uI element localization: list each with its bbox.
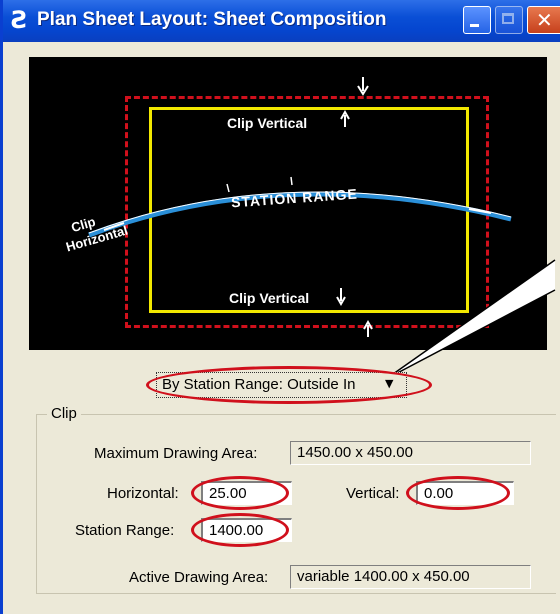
station-range-label-field: Station Range: [75, 522, 175, 539]
bentley-b-icon: Ƨ [11, 6, 29, 34]
close-icon: ✕ [536, 8, 553, 32]
vertical-label: Vertical: [346, 485, 400, 502]
clip-vertical-bottom-label: Clip Vertical [229, 290, 310, 306]
dropdown-highlight-oval [146, 366, 432, 404]
horizontal-label: Horizontal: [107, 485, 179, 502]
title-bar[interactable]: Ƨ Plan Sheet Layout: Sheet Composition ✕ [3, 0, 560, 42]
minimize-button[interactable] [463, 6, 491, 34]
dialog-window: Ƨ Plan Sheet Layout: Sheet Composition ✕ [0, 0, 560, 614]
clip-group-title: Clip [47, 405, 81, 422]
window-title: Plan Sheet Layout: Sheet Composition [37, 9, 387, 30]
close-button[interactable]: ✕ [527, 6, 560, 34]
maximize-button [495, 6, 523, 34]
clip-vertical-top-label: Clip Vertical [227, 115, 308, 131]
max-drawing-area-field: 1450.00 x 450.00 [290, 441, 531, 465]
horizontal-highlight-oval [191, 476, 289, 510]
station-range-highlight-oval [191, 513, 289, 547]
sheet-preview-image: Clip Vertical Clip Vertical STATION RANG… [29, 57, 547, 350]
active-drawing-area-field: variable 1400.00 x 450.00 [290, 565, 531, 589]
vertical-highlight-oval [406, 476, 510, 510]
max-drawing-area-label: Maximum Drawing Area: [94, 445, 258, 462]
active-drawing-area-label: Active Drawing Area: [129, 569, 269, 586]
